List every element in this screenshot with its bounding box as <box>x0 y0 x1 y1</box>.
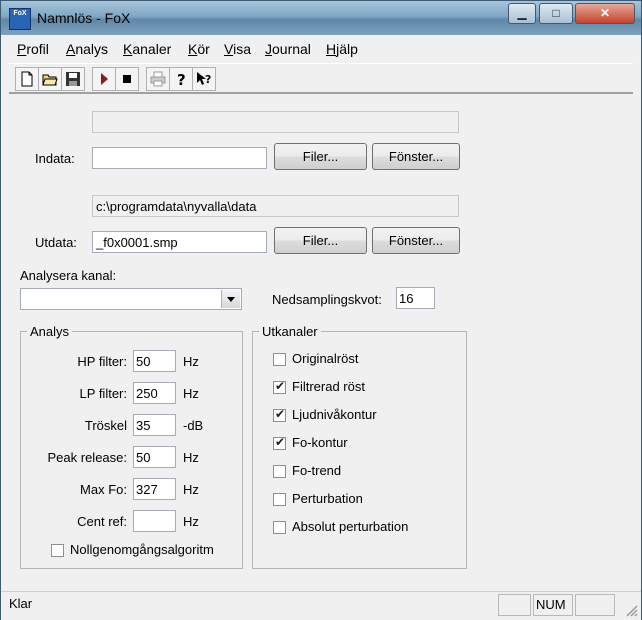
output-files-button[interactable]: Filer... <box>274 227 367 254</box>
close-icon: ✕ <box>599 6 611 20</box>
play-button[interactable] <box>92 67 116 91</box>
resize-grip-icon[interactable] <box>623 602 639 618</box>
input-label: Indata: <box>35 151 75 166</box>
status-text: Klar <box>9 596 33 611</box>
menu-analys[interactable]: Analys <box>66 41 108 57</box>
input-files-button[interactable]: Filer... <box>274 143 367 170</box>
outchannel-checkbox[interactable] <box>273 353 286 366</box>
status-pane-caps <box>498 594 531 616</box>
cent-ref-input[interactable] <box>133 510 176 532</box>
zero-crossing-label: Nollgenomgångsalgoritm <box>70 542 214 557</box>
stop-icon <box>123 75 131 83</box>
input-file-field[interactable] <box>92 147 267 169</box>
fox-app-icon[interactable]: FoX <box>9 8 31 30</box>
toolbar: ? ? <box>9 63 633 93</box>
analysis-group-title: Analys <box>27 324 73 339</box>
open-folder-button[interactable] <box>38 67 62 91</box>
outchannel-checkbox[interactable] <box>273 521 286 534</box>
threshold-input[interactable]: 35 <box>133 414 176 436</box>
window-title: Namnlös - FoX <box>37 10 131 26</box>
outchannel-checkbox[interactable] <box>273 465 286 478</box>
threshold-unit: -dB <box>183 418 204 433</box>
hp-filter-input[interactable]: 50 <box>133 350 176 372</box>
save-button[interactable] <box>61 67 85 91</box>
hp-filter-label: HP filter: <box>77 354 127 369</box>
stop-button[interactable] <box>115 67 139 91</box>
context-help-icon: ? <box>197 72 211 86</box>
svg-text:?: ? <box>205 73 211 86</box>
menu-bar: Profil Analys Kanaler Kör Visa Journal H… <box>9 37 633 61</box>
outchannel-checkbox[interactable] <box>273 379 286 394</box>
minimize-icon: ▁ <box>517 6 527 20</box>
status-pane-scroll <box>575 594 615 616</box>
peak-release-label: Peak release: <box>47 450 128 465</box>
menu-journal[interactable]: Journal <box>265 41 311 57</box>
cent-ref-label: Cent ref: <box>77 514 127 529</box>
peak-release-unit: Hz <box>183 450 199 465</box>
channel-label: Analysera kanal: <box>20 268 117 283</box>
outchannels-group: Utkanaler Originalröst Filtrerad röst Ljud… <box>252 324 467 569</box>
outchannel-label: Fo-kontur <box>292 435 348 450</box>
new-file-icon <box>21 71 33 87</box>
output-label: Utdata: <box>35 235 77 250</box>
minimize-button[interactable]: ▁ <box>508 3 536 24</box>
svg-text:?: ? <box>177 71 186 87</box>
app-icon-label: FoX <box>13 10 27 17</box>
maximize-icon: □ <box>552 6 560 20</box>
zero-crossing-checkbox[interactable] <box>51 544 64 557</box>
outchannel-checkbox[interactable] <box>273 493 286 506</box>
outchannels-group-title: Utkanaler <box>259 324 321 339</box>
input-window-button[interactable]: Fönster... <box>372 143 460 170</box>
save-icon <box>66 72 80 86</box>
max-fo-unit: Hz <box>183 482 199 497</box>
menu-hjalp[interactable]: Hjälp <box>326 41 358 57</box>
outchannel-label: Fo-trend <box>292 463 342 478</box>
outchannel-checkbox[interactable] <box>273 435 286 450</box>
peak-release-input[interactable]: 50 <box>133 446 176 468</box>
maximize-button[interactable]: □ <box>539 3 573 24</box>
channel-select[interactable] <box>20 288 242 310</box>
print-button[interactable] <box>146 67 170 91</box>
lp-filter-unit: Hz <box>183 386 199 401</box>
menu-visa[interactable]: Visa <box>224 41 251 57</box>
output-path-field: c:\programdata\nyvalla\data <box>92 195 459 217</box>
app-window: FoX Namnlös - FoX ▁ □ ✕ Profil Analys Ka… <box>0 0 642 620</box>
outchannel-label: Filtrerad röst <box>292 379 365 394</box>
outchannel-checkbox[interactable] <box>273 407 286 422</box>
downsampling-label: Nedsamplingskvot: <box>272 292 382 307</box>
title-bar[interactable]: FoX Namnlös - FoX ▁ □ ✕ <box>1 1 641 35</box>
lp-filter-input[interactable]: 250 <box>133 382 176 404</box>
menu-profil[interactable]: Profil <box>17 41 49 57</box>
outchannel-label: Perturbation <box>292 491 363 506</box>
output-window-button[interactable]: Fönster... <box>372 227 460 254</box>
outchannel-label: Originalröst <box>292 351 359 366</box>
lp-filter-label: LP filter: <box>79 386 127 401</box>
max-fo-input[interactable]: 327 <box>133 478 176 500</box>
menu-kor[interactable]: Kör <box>188 41 210 57</box>
downsampling-input[interactable]: 16 <box>396 287 435 309</box>
close-button[interactable]: ✕ <box>575 3 635 24</box>
analysis-group: Analys HP filter: 50 Hz LP filter: 250 H… <box>20 324 243 569</box>
status-bar: Klar NUM <box>1 591 641 620</box>
main-panel: Indata: Filer... Fönster... c:\programda… <box>9 93 633 592</box>
outchannel-label: Ljudnivåkontur <box>292 407 377 422</box>
threshold-label: Tröskel <box>84 418 127 433</box>
menu-kanaler[interactable]: Kanaler <box>123 41 171 57</box>
print-icon <box>150 71 166 87</box>
hp-filter-unit: Hz <box>183 354 199 369</box>
help-icon: ? <box>177 71 186 87</box>
chevron-down-icon[interactable] <box>221 290 240 308</box>
new-file-button[interactable] <box>15 67 39 91</box>
status-num: NUM <box>533 594 573 616</box>
outchannel-label: Absolut perturbation <box>292 519 409 534</box>
output-file-field[interactable]: _f0x0001.smp <box>92 231 267 253</box>
open-folder-icon <box>42 74 58 86</box>
cent-ref-unit: Hz <box>183 514 199 529</box>
help-button[interactable]: ? <box>169 67 193 91</box>
input-info-field <box>92 111 459 133</box>
max-fo-label: Max Fo: <box>80 482 127 497</box>
context-help-button[interactable]: ? <box>192 67 216 91</box>
play-icon <box>101 73 108 85</box>
